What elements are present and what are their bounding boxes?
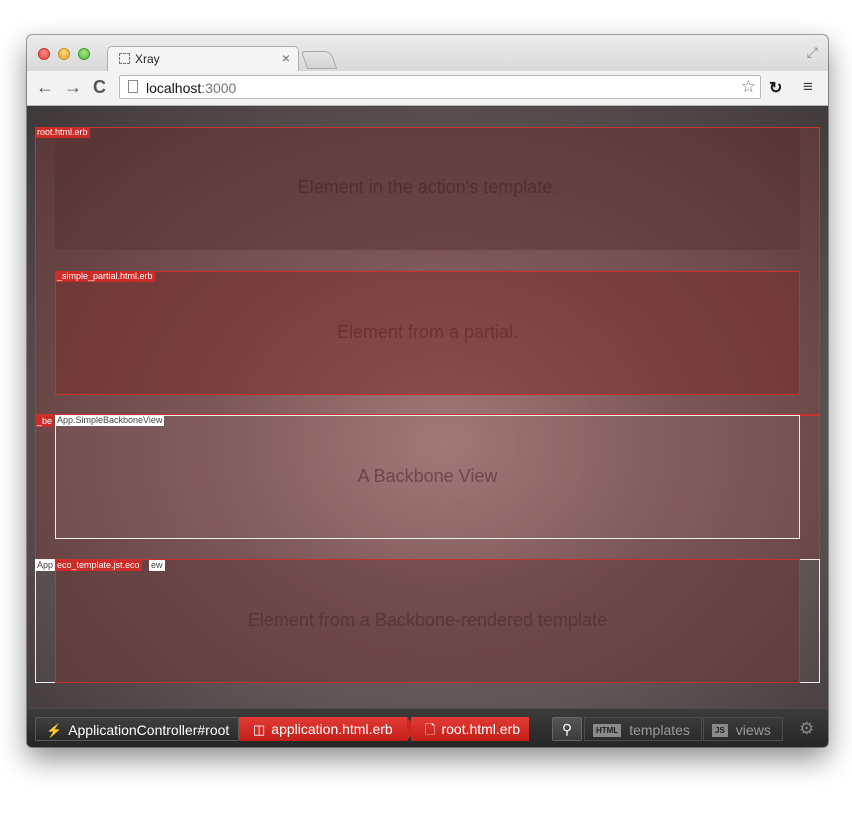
label-simple-partial: _simple_partial.html.erb [55,271,155,282]
template-label: root.html.erb [441,721,521,737]
views-label: views [735,722,771,738]
filter-templates-button[interactable]: HTML templates [584,717,702,741]
search-button[interactable]: ⚲ [552,717,582,741]
overlay-eco-template[interactable] [55,559,800,683]
controller-label: ApplicationController#root [68,722,230,738]
label-app-view-right: ew [149,560,165,571]
browser-window: Xray × ⤢ ← → C localhost:3000 ☆ ↻ ≡ Elem… [27,35,828,747]
url-text: localhost:3000 [146,80,236,96]
menu-icon[interactable]: ≡ [803,77,813,97]
fullscreen-icon[interactable]: ⤢ [807,44,818,61]
minimize-window-button[interactable] [58,48,70,60]
maximize-window-button[interactable] [78,48,90,60]
bolt-icon: ⚡ [46,723,63,738]
label-root-template: root.html.erb [35,127,90,138]
js-badge: JS [712,723,728,737]
file-icon: 🗋 [425,722,436,737]
templates-label: templates [629,722,690,738]
label-backbone-partial: _be [35,416,55,427]
close-window-button[interactable] [38,48,50,60]
overlay-simple-partial[interactable] [55,271,800,395]
layout-icon: ◫ [253,722,266,737]
label-app-view-left: App [35,560,56,571]
search-icon: ⚲ [561,721,573,737]
bookmark-star-icon[interactable]: ☆ [741,77,756,97]
breadcrumb-layout[interactable]: ◫ application.html.erb [239,717,417,741]
back-icon[interactable]: ← [36,77,54,97]
filter-views-button[interactable]: JS views [703,717,783,741]
xray-bar: ⚡ ApplicationController#root ◫ application… [27,708,828,747]
tab-xray[interactable]: Xray × [107,46,299,72]
extension-icon[interactable]: ↻ [769,78,782,98]
address-bar[interactable]: localhost:3000 ☆ [119,75,761,99]
url-port: :3000 [201,80,237,96]
html-badge: HTML [593,723,622,737]
label-simple-backbone-view: App.SimpleBackboneView [55,415,165,426]
overlay-simple-backbone-view[interactable] [55,415,800,539]
page-icon [128,80,138,93]
reload-icon[interactable]: C [93,77,106,97]
tab-title: Xray [135,52,160,66]
breadcrumb-template[interactable]: 🗋 root.html.erb [411,717,529,741]
gear-icon[interactable]: ⚙ [799,719,814,739]
forward-icon[interactable]: → [64,77,82,97]
title-bar: Xray × ⤢ [27,35,828,72]
layout-label: application.html.erb [271,721,393,737]
new-tab-button[interactable] [300,51,338,69]
favicon-icon [119,53,130,64]
page-viewport: Element in the action's template. Elemen… [27,106,828,708]
browser-toolbar: ← → C localhost:3000 ☆ ↻ ≡ [27,71,828,106]
tab-close-icon[interactable]: × [282,50,290,66]
breadcrumb-controller[interactable]: ⚡ ApplicationController#root [35,717,239,741]
label-eco-template: eco_template.jst.eco [55,560,142,571]
url-host: localhost [146,80,202,96]
